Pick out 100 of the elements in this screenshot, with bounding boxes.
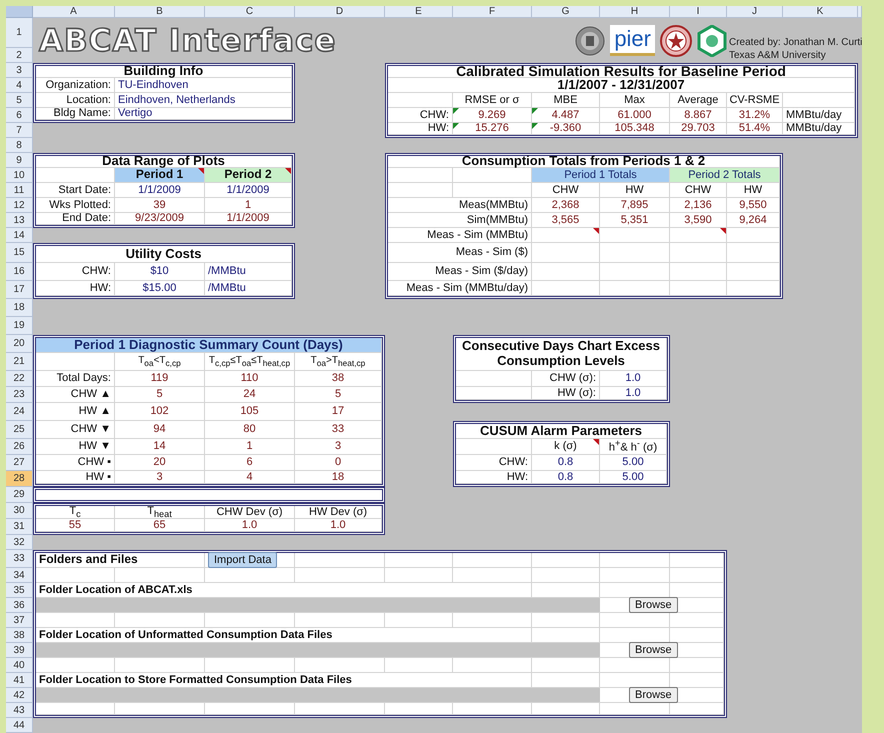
row-number[interactable]: 25 [6, 421, 33, 439]
row-number[interactable]: 29 [6, 487, 33, 503]
folder-path-field[interactable] [36, 643, 600, 658]
comment-marker-icon[interactable] [593, 228, 599, 234]
error-marker-icon[interactable] [532, 108, 538, 114]
row-number[interactable]: 41 [6, 673, 33, 688]
comment-marker-icon[interactable] [593, 439, 599, 445]
row-number[interactable]: 17 [6, 281, 33, 299]
period-label: Period 1 Totals [564, 168, 637, 182]
column-heading: HW Dev (σ) [295, 506, 382, 519]
column-header[interactable]: E [385, 6, 453, 18]
browse-button[interactable]: Browse [629, 642, 678, 658]
table-cell: 105.348 [600, 123, 670, 135]
comment-marker-icon[interactable] [285, 168, 291, 174]
row-label: HW ▼ [36, 439, 115, 455]
row-number[interactable]: 31 [6, 519, 33, 535]
row-number[interactable]: 6 [6, 108, 33, 123]
column-header[interactable]: K [783, 6, 858, 18]
row-number[interactable]: 27 [6, 455, 33, 471]
error-marker-icon[interactable] [453, 123, 459, 129]
row-number[interactable]: 42 [6, 688, 33, 703]
row-number[interactable]: 36 [6, 598, 33, 613]
row-number[interactable]: 38 [6, 628, 33, 643]
row-number[interactable]: 39 [6, 643, 33, 658]
table-cell: 61.000 [600, 108, 670, 123]
row-number[interactable]: 26 [6, 439, 33, 455]
row-label: CHW: [388, 108, 453, 123]
column-heading: T$_{c,cp}$≤T$_{oa}$≤T$_{heat,cp}$ [205, 353, 295, 371]
row-number[interactable]: 34 [6, 568, 33, 583]
table-cell: 80 [205, 421, 295, 439]
row-number[interactable]: 8 [6, 138, 33, 153]
row-number[interactable]: 21 [6, 353, 33, 371]
row-label: HW ▪ [36, 471, 115, 484]
row-number[interactable]: 40 [6, 658, 33, 673]
error-marker-icon[interactable] [453, 108, 459, 114]
table-cell: 5.00 [600, 455, 667, 471]
row-number[interactable]: 19 [6, 317, 33, 335]
folder-path-field[interactable] [36, 598, 600, 613]
row-number[interactable]: 20 [6, 335, 33, 353]
error-marker-icon[interactable] [532, 123, 538, 129]
row-number[interactable]: 44 [6, 718, 33, 733]
row-number[interactable]: 2 [6, 48, 33, 63]
row-number[interactable]: 9 [6, 153, 33, 168]
column-header[interactable]: H [600, 6, 670, 18]
import-data-button[interactable]: Import Data [208, 552, 278, 568]
credit-text: Texas A&M University [728, 50, 826, 61]
table-cell: 6 [205, 455, 295, 471]
row-number[interactable]: 15 [6, 243, 33, 263]
row-label: Meas - Sim (MMBtu) [388, 228, 532, 243]
column-header[interactable]: D [295, 6, 385, 18]
column-header[interactable]: F [453, 6, 532, 18]
column-header[interactable]: B [115, 6, 205, 18]
section-title: Folders and Files [36, 553, 205, 568]
field-value: TU-Eindhoven [115, 78, 292, 93]
row-number[interactable]: 43 [6, 703, 33, 718]
row-number[interactable]: 3 [6, 63, 33, 78]
browse-button[interactable]: Browse [629, 687, 678, 703]
table-cell: 1/1/2009 [205, 213, 292, 225]
comment-marker-icon[interactable] [720, 228, 726, 234]
row-number[interactable]: 28 [6, 471, 33, 487]
row-number[interactable]: 35 [6, 583, 33, 598]
column-header[interactable]: I [670, 6, 727, 18]
row-number[interactable]: 24 [6, 403, 33, 421]
field-value: Eindhoven, Netherlands [115, 93, 292, 108]
row-number[interactable]: 11 [6, 183, 33, 198]
row-number[interactable]: 32 [6, 535, 33, 550]
row-number[interactable]: 16 [6, 263, 33, 281]
column-heading: T$_{oa}$<T$_{c,cp}$ [115, 353, 205, 371]
folder-path-field[interactable] [36, 688, 600, 703]
table-cell: 3,590 [670, 213, 727, 228]
row-number[interactable]: 18 [6, 299, 33, 317]
browse-button[interactable]: Browse [629, 597, 678, 613]
column-header[interactable]: G [532, 6, 600, 18]
empty-cell [385, 553, 453, 568]
row-number[interactable]: 7 [6, 123, 33, 138]
table-cell: 3,565 [532, 213, 600, 228]
row-number[interactable]: 1 [6, 18, 33, 48]
column-header[interactable]: C [205, 6, 295, 18]
column-header[interactable]: A [33, 6, 115, 18]
field-label: Location: [36, 93, 115, 108]
column-header[interactable]: J [727, 6, 783, 18]
row-label: Meas - Sim ($/day) [388, 263, 532, 281]
row-number[interactable]: 30 [6, 503, 33, 519]
column-heading: T$_{oa}$>T$_{heat,cp}$ [295, 353, 382, 371]
row-number[interactable]: 23 [6, 387, 33, 403]
column-heading: Max [600, 93, 670, 108]
row-number[interactable]: 22 [6, 371, 33, 387]
row-number[interactable]: 12 [6, 198, 33, 213]
row-number[interactable]: 14 [6, 228, 33, 243]
row-number[interactable]: 37 [6, 613, 33, 628]
empty-cell [385, 613, 453, 628]
row-number[interactable]: 4 [6, 78, 33, 93]
row-number[interactable]: 10 [6, 168, 33, 183]
table-cell: 1 [205, 198, 292, 213]
table-cell: 119 [115, 371, 205, 387]
row-number[interactable]: 13 [6, 213, 33, 228]
row-number[interactable]: 33 [6, 550, 33, 568]
table-cell: 94 [115, 421, 205, 439]
panel-title: Building Info [36, 66, 292, 78]
row-number[interactable]: 5 [6, 93, 33, 108]
